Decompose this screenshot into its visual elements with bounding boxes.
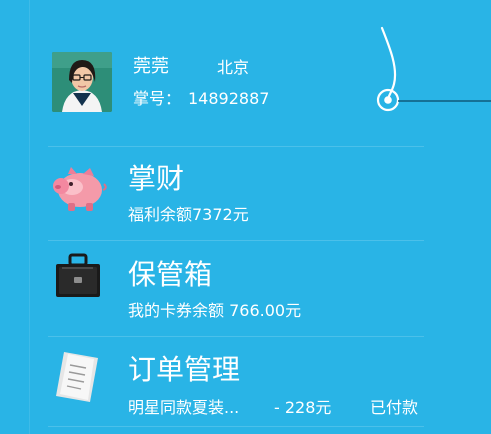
menu-item-orders[interactable]: 订单管理 明星同款夏装... - 228元 已付款 bbox=[48, 338, 441, 432]
account-number: 14892887 bbox=[188, 89, 270, 108]
order-status: 已付款 bbox=[370, 398, 419, 417]
piggy-bank-icon bbox=[53, 167, 107, 211]
profile-name: 莞莞 bbox=[133, 56, 169, 77]
menu-subtitle: 明星同款夏装... bbox=[128, 398, 240, 417]
briefcase-icon bbox=[56, 253, 100, 297]
order-price: - 228元 bbox=[274, 398, 332, 417]
menu-subtitle: 福利余额7372元 bbox=[128, 205, 249, 224]
divider bbox=[48, 240, 424, 241]
divider bbox=[48, 146, 424, 147]
receipt-icon bbox=[56, 352, 98, 402]
menu-item-wealth[interactable]: 掌财 福利余额7372元 bbox=[48, 148, 441, 242]
menu-title: 保管箱 bbox=[128, 258, 213, 291]
profile-city: 北京 bbox=[217, 58, 250, 77]
account-label: 掌号： bbox=[133, 89, 182, 108]
menu-title: 掌财 bbox=[128, 162, 185, 195]
profile-section: 莞莞 北京 掌号： 14892887 bbox=[0, 0, 491, 148]
menu-title: 订单管理 bbox=[128, 353, 241, 386]
menu-item-safe-box[interactable]: 保管箱 我的卡券余额 766.00元 bbox=[48, 242, 441, 336]
avatar[interactable] bbox=[52, 52, 112, 112]
avatar-image bbox=[52, 52, 112, 112]
divider bbox=[48, 426, 424, 427]
pull-switch-icon[interactable] bbox=[360, 0, 491, 120]
menu-subtitle: 我的卡券余额 766.00元 bbox=[128, 301, 302, 320]
divider bbox=[48, 336, 424, 337]
